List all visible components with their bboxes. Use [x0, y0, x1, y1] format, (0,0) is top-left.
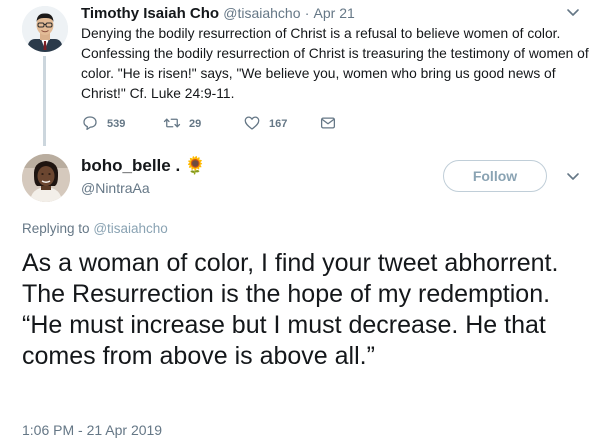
tweet-text: Denying the bodily resurrection of Chris… [81, 26, 589, 101]
replying-to: Replying to @tisaiahcho [22, 221, 168, 236]
retweet-count: 29 [189, 118, 202, 130]
like-icon [243, 114, 261, 135]
thread-line [43, 56, 46, 146]
sunflower-icon: 🌻 [184, 156, 207, 175]
tweet-text: As a woman of color, I find your tweet a… [22, 249, 559, 370]
author-name[interactable]: boho_belle . 🌻 [81, 156, 206, 176]
author-name[interactable]: Timothy Isaiah Cho [81, 5, 219, 22]
avatar[interactable] [22, 6, 68, 52]
author-name-text: boho_belle . [81, 156, 181, 175]
tweet-header: Timothy Isaiah Cho @tisaiahcho · Apr 21 [81, 4, 355, 23]
author-handle[interactable]: @NintraAa [81, 180, 150, 196]
replying-prefix: Replying to [22, 221, 90, 236]
separator-dot: · [304, 5, 310, 21]
message-icon [319, 114, 337, 135]
chevron-down-icon[interactable] [563, 168, 583, 186]
follow-button[interactable]: Follow [443, 160, 547, 192]
reply-count: 539 [107, 118, 126, 130]
like-button[interactable]: 167 [243, 114, 287, 134]
tweet-timestamp[interactable]: 1:06 PM - 21 Apr 2019 [22, 422, 162, 438]
message-button[interactable] [319, 114, 337, 134]
parent-tweet[interactable]: Timothy Isaiah Cho @tisaiahcho · Apr 21 … [0, 0, 609, 148]
reply-icon [81, 114, 99, 135]
chevron-down-icon[interactable] [563, 4, 583, 22]
reply-button[interactable]: 539 [81, 114, 125, 134]
tweet-date[interactable]: Apr 21 [314, 5, 355, 21]
retweet-button[interactable]: 29 [163, 114, 201, 134]
main-tweet: boho_belle . 🌻 @NintraAa Follow Replying… [0, 148, 609, 446]
replying-handle[interactable]: @tisaiahcho [93, 221, 168, 236]
retweet-icon [163, 114, 181, 135]
author-handle[interactable]: @tisaiahcho [223, 5, 300, 21]
avatar[interactable] [22, 154, 70, 202]
like-count: 167 [269, 118, 288, 130]
